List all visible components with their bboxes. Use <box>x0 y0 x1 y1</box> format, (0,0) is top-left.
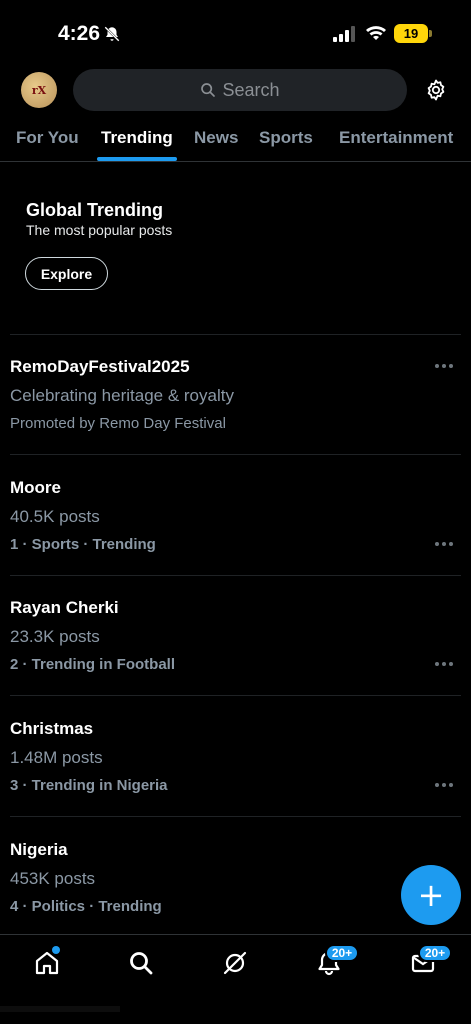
wifi-icon <box>366 26 386 40</box>
trend-meta: 3 · Trending in Nigeria <box>10 777 168 794</box>
notifications-badge: 20+ <box>325 944 359 962</box>
trend-item[interactable]: Nigeria 453K posts 4 · Politics · Trendi… <box>0 816 471 936</box>
tab-bar: For You Trending News Sports Entertainme… <box>0 120 471 162</box>
signal-icon <box>333 26 355 42</box>
gear-icon[interactable] <box>424 78 448 102</box>
avatar-logo-text: rX <box>31 83 47 97</box>
trend-name: Nigeria <box>10 840 68 859</box>
trend-post-count: 453K posts <box>10 869 96 888</box>
trend-post-count: 23.3K posts <box>10 627 100 646</box>
tab-for-you[interactable]: For You <box>16 128 79 148</box>
trend-item[interactable]: Moore 40.5K posts 1 · Sports · Trending <box>0 454 471 574</box>
trend-promoted-label: Promoted by Remo Day Festival <box>10 415 226 432</box>
search-bar[interactable]: Search <box>73 69 407 111</box>
trend-name: Rayan Cherki <box>10 598 119 617</box>
trend-name: Moore <box>10 478 61 497</box>
trend-item[interactable]: Rayan Cherki 23.3K posts 2 · Trending in… <box>0 575 471 695</box>
avatar[interactable]: rX <box>21 72 57 108</box>
search-placeholder: Search <box>222 79 280 100</box>
status-time: 4:26 <box>58 22 101 45</box>
trend-meta: 2 · Trending in Football <box>10 656 175 673</box>
trend-item[interactable]: Christmas 1.48M posts 3 · Trending in Ni… <box>0 695 471 815</box>
tab-news[interactable]: News <box>194 128 238 148</box>
home-indicator <box>0 1006 120 1012</box>
home-unread-dot <box>52 946 60 954</box>
global-trending-title: Global Trending <box>26 200 164 220</box>
more-icon[interactable] <box>435 542 453 548</box>
explore-button[interactable]: Explore <box>25 257 108 290</box>
compose-button[interactable]: + <box>401 865 461 925</box>
battery-icon: 19 <box>394 24 432 43</box>
trend-item[interactable]: RemoDayFestival2025 Celebrating heritage… <box>0 334 471 454</box>
trend-name: RemoDayFestival2025 <box>10 357 190 376</box>
more-icon[interactable] <box>435 662 453 668</box>
battery-level: 19 <box>403 26 419 41</box>
more-icon[interactable] <box>435 783 453 789</box>
tab-sports[interactable]: Sports <box>259 128 313 148</box>
global-trending-subtitle: The most popular posts <box>26 222 173 238</box>
search-icon <box>201 83 216 97</box>
tab-trending[interactable]: Trending <box>101 128 173 148</box>
search-icon[interactable] <box>127 949 155 977</box>
tab-entertainment[interactable]: Entertainment <box>339 128 453 148</box>
active-tab-indicator <box>97 157 177 161</box>
trend-meta: 4 · Politics · Trending <box>10 898 162 915</box>
trend-post-count: 40.5K posts <box>10 507 100 526</box>
trend-description: Celebrating heritage & royalty <box>10 386 234 405</box>
trend-meta: 1 · Sports · Trending <box>10 536 156 553</box>
more-icon[interactable] <box>435 364 453 370</box>
messages-badge: 20+ <box>418 944 452 962</box>
trend-post-count: 1.48M posts <box>10 748 103 767</box>
bell-off-icon <box>104 26 120 42</box>
status-bar: 4:26 19 <box>0 0 471 62</box>
trend-name: Christmas <box>10 719 94 738</box>
grok-icon[interactable] <box>221 949 249 977</box>
